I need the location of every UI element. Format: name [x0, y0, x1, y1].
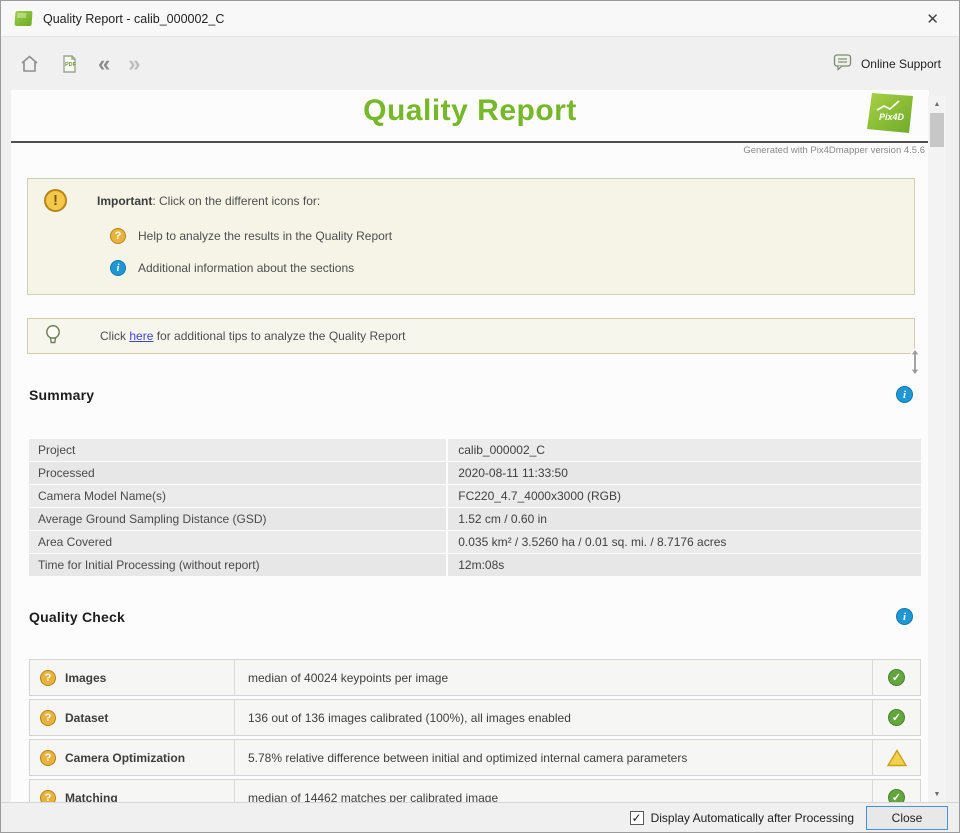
export-pdf-icon[interactable]: PDF: [58, 53, 80, 75]
summary-info-icon[interactable]: i: [896, 386, 913, 403]
table-row: Area Covered 0.035 km² / 3.5260 ha / 0.0…: [29, 531, 921, 553]
lightbulb-icon: [44, 323, 62, 350]
important-item-help-text: Help to analyze the results in the Quali…: [138, 229, 392, 243]
svg-text:Pix4D: Pix4D: [879, 112, 905, 122]
tips-box: Click here for additional tips to analyz…: [27, 318, 915, 354]
display-auto-checkbox-group[interactable]: ✓ Display Automatically after Processing: [630, 811, 854, 825]
summary-table: Project calib_000002_C Processed 2020-08…: [29, 439, 921, 576]
report-title: Quality Report: [11, 90, 929, 128]
footer-bar: ✓ Display Automatically after Processing…: [1, 802, 959, 832]
info-icon[interactable]: i: [110, 260, 126, 276]
quality-check-table: ? Images median of 40024 keypoints per i…: [29, 659, 921, 804]
scroll-up-icon[interactable]: ▲: [928, 96, 946, 112]
scrollbar-thumb[interactable]: [930, 113, 944, 147]
summary-heading: Summary: [29, 387, 94, 403]
scrollbar-track[interactable]: [928, 112, 946, 786]
quality-report-window: Quality Report - calib_000002_C ✕ PDF « …: [0, 0, 960, 833]
table-row: Project calib_000002_C: [29, 439, 921, 461]
online-support-label: Online Support: [861, 57, 941, 71]
help-icon[interactable]: ?: [110, 228, 126, 244]
scroll-down-icon[interactable]: ▼: [928, 786, 946, 802]
vertical-scrollbar[interactable]: ▲ ▼: [928, 96, 946, 802]
quality-check-section-head: Quality Check i: [29, 608, 913, 625]
chat-bubble-icon: [833, 53, 853, 74]
window-title: Quality Report - calib_000002_C: [43, 12, 224, 26]
help-icon[interactable]: ?: [40, 710, 56, 726]
table-row: Time for Initial Processing (without rep…: [29, 554, 921, 576]
svg-text:PDF: PDF: [65, 62, 77, 68]
quality-check-info-icon[interactable]: i: [896, 608, 913, 625]
pix4d-app-icon: [14, 11, 32, 26]
toolbar: PDF « » Online Support: [1, 37, 959, 90]
table-row: ? Camera Optimization 5.78% relative dif…: [29, 739, 921, 776]
report-header: Quality Report Pix4D: [11, 90, 929, 140]
check-ok-icon: ✓: [888, 669, 905, 686]
important-item-info: i Additional information about the secti…: [110, 260, 898, 276]
close-button[interactable]: Close: [866, 806, 948, 830]
titlebar: Quality Report - calib_000002_C ✕: [1, 1, 959, 37]
table-row: ? Matching median of 14462 matches per c…: [29, 779, 921, 804]
table-row: ? Images median of 40024 keypoints per i…: [29, 659, 921, 696]
help-icon[interactable]: ?: [40, 670, 56, 686]
check-ok-icon: ✓: [888, 709, 905, 726]
summary-section-head: Summary i: [29, 386, 913, 403]
display-auto-label: Display Automatically after Processing: [651, 811, 854, 825]
tips-here-link[interactable]: here: [129, 329, 153, 343]
table-row: ? Dataset 136 out of 136 images calibrat…: [29, 699, 921, 736]
table-row: Camera Model Name(s) FC220_4.7_4000x3000…: [29, 485, 921, 507]
forward-icon[interactable]: »: [128, 54, 140, 74]
table-row: Processed 2020-08-11 11:33:50: [29, 462, 921, 484]
online-support-button[interactable]: Online Support: [833, 53, 941, 74]
important-notice-box: ! Important: Click on the different icon…: [27, 178, 915, 295]
back-icon[interactable]: «: [98, 54, 110, 74]
important-item-info-text: Additional information about the section…: [138, 261, 354, 275]
home-icon[interactable]: [19, 54, 40, 74]
generated-version-text: Generated with Pix4Dmapper version 4.5.6: [11, 143, 929, 156]
display-auto-checkbox[interactable]: ✓: [630, 811, 644, 825]
close-window-button[interactable]: ✕: [920, 8, 945, 30]
pix4d-logo: Pix4D: [865, 90, 915, 135]
important-warning-icon: !: [44, 189, 67, 212]
report-page: Quality Report Pix4D Generated with Pix4…: [11, 90, 929, 804]
tips-text: Click here for additional tips to analyz…: [100, 329, 406, 343]
table-row: Average Ground Sampling Distance (GSD) 1…: [29, 508, 921, 530]
warning-triangle-icon: [887, 749, 907, 767]
quality-check-heading: Quality Check: [29, 609, 125, 625]
help-icon[interactable]: ?: [40, 750, 56, 766]
important-item-help: ? Help to analyze the results in the Qua…: [110, 228, 898, 244]
important-heading: Important: Click on the different icons …: [97, 194, 320, 208]
